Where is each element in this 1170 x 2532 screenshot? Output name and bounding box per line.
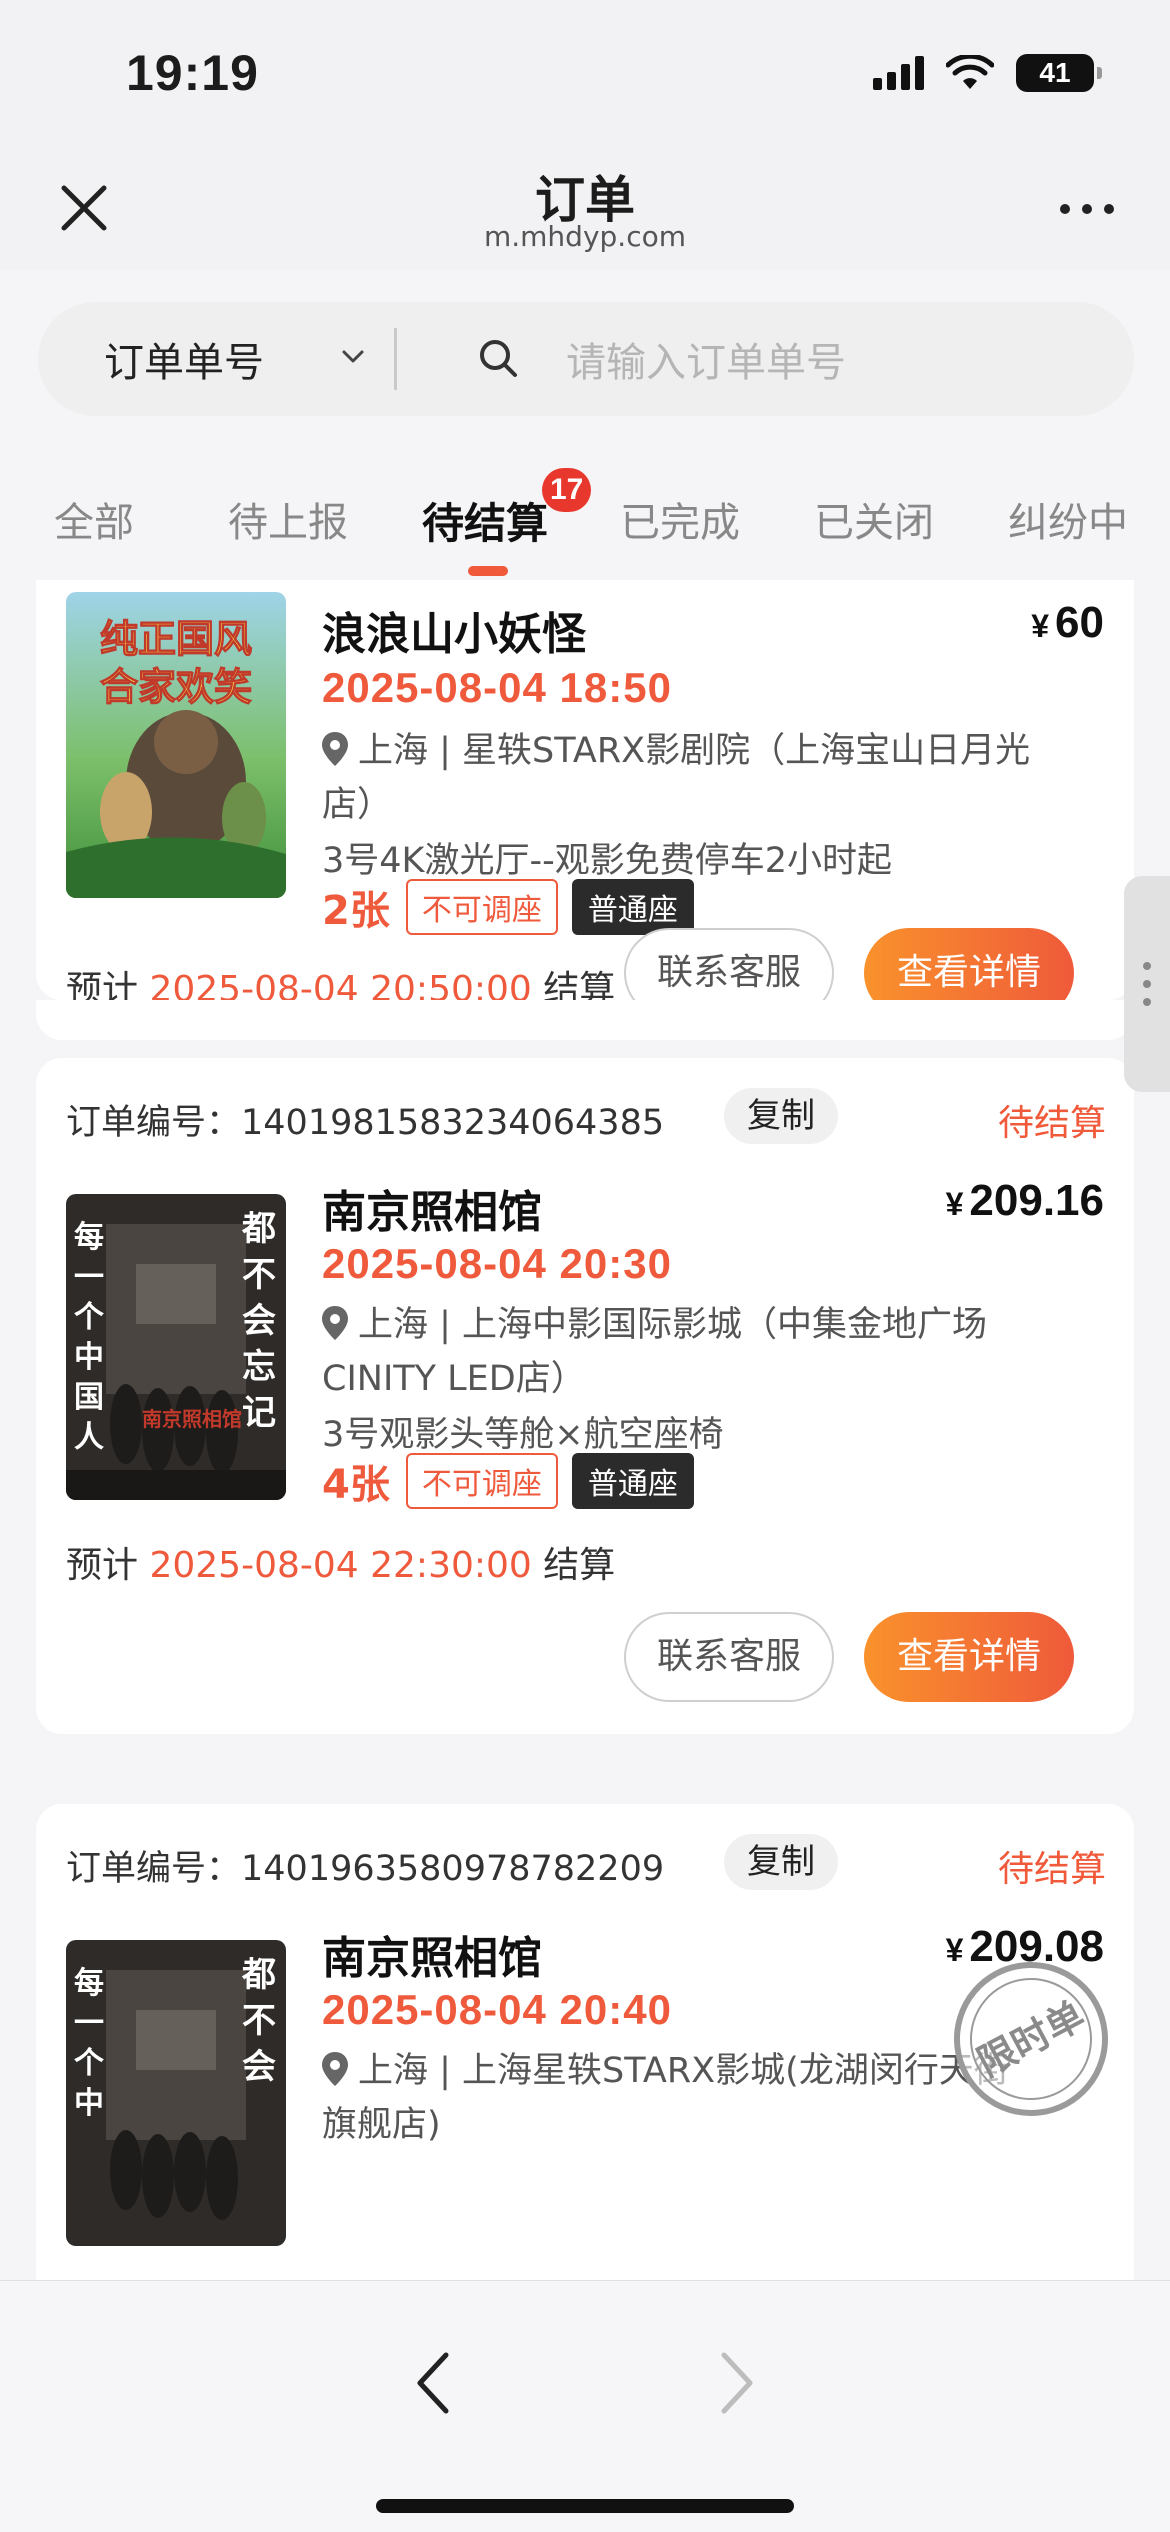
- order-number-label: 订单编号：: [66, 1849, 242, 1889]
- address-text: 上海 | 上海星轶STARX影城(龙湖闵行天街旗舰店): [322, 2051, 1009, 2145]
- search-type-select[interactable]: 订单单号: [104, 330, 264, 388]
- poster-text-left: 每一个中: [74, 1966, 104, 2121]
- showtime: 2025-08-04 18:50: [322, 664, 672, 711]
- hall-info: 3号4K激光厅--观影免费停车2小时起: [322, 841, 893, 881]
- chevron-left-icon[interactable]: [406, 2347, 462, 2419]
- tab-pending-report[interactable]: 待上报: [228, 490, 348, 548]
- more-icon[interactable]: [1060, 204, 1114, 214]
- search-bar: 订单单号 请输入订单单号: [38, 302, 1134, 416]
- search-input[interactable]: 请输入订单单号: [566, 330, 846, 388]
- location-pin-icon: [322, 732, 348, 766]
- cinema-address: 上海 | 星轶STARX影剧院（上海宝山日月光店）: [322, 724, 1042, 832]
- location-pin-icon: [322, 1306, 348, 1340]
- nav-bar: 订单 m.mhdyp.com: [0, 140, 1170, 270]
- status-icons: 41: [873, 54, 1102, 92]
- showtime: 2025-08-04 20:30: [322, 1240, 672, 1287]
- order-list: 纯正国风 合家欢笑 浪浪山小妖怪 ¥60 2025-08-04 18:50 上海…: [0, 580, 1170, 2280]
- price-value: 209.16: [969, 1176, 1104, 1225]
- tab-completed[interactable]: 已完成: [620, 490, 740, 548]
- battery-level: 41: [1039, 57, 1071, 88]
- tab-label: 待结算: [422, 499, 549, 548]
- ticket-tags: 4张 不可调座 普通座: [322, 1453, 694, 1509]
- order-number: 订单编号：1401963580978782209: [66, 1840, 664, 1891]
- tab-indicator: [468, 566, 508, 576]
- poster-line-1: 纯正国风: [100, 617, 252, 661]
- movie-title: 南京照相馆: [322, 1933, 542, 1984]
- chevron-right-icon[interactable]: [708, 2347, 764, 2419]
- settlement-estimate: 预计 2025-08-04 22:30:00 结算: [66, 1536, 615, 1588]
- seat-adjust-tag: 不可调座: [405, 879, 558, 935]
- ticket-tags: 2张 不可调座 普通座: [322, 879, 694, 935]
- poster-text-right: 都不会忘记: [242, 1209, 276, 1433]
- copy-button[interactable]: 复制: [724, 1088, 838, 1144]
- view-detail-button[interactable]: 查看详情: [864, 1612, 1074, 1702]
- signal-icon: [873, 56, 924, 90]
- estimate-suffix: 结算: [543, 1545, 616, 1586]
- seat-type-tag: 普通座: [571, 879, 694, 935]
- search-icon: [480, 340, 517, 377]
- chevron-down-icon[interactable]: [340, 344, 366, 370]
- movie-title: 浪浪山小妖怪: [322, 609, 586, 660]
- hall-info: 3号观影头等舱×航空座椅: [322, 1415, 724, 1455]
- price-value: 60: [1055, 598, 1104, 647]
- search-divider: [394, 328, 397, 390]
- order-price: ¥209.16: [946, 1176, 1104, 1226]
- contact-service-button[interactable]: 联系客服: [624, 1612, 834, 1702]
- currency-symbol: ¥: [1031, 608, 1050, 644]
- ticket-count: 2张: [322, 888, 390, 934]
- home-indicator: [376, 2499, 794, 2513]
- ticket-count: 4张: [322, 1462, 390, 1508]
- side-drawer-handle[interactable]: [1124, 876, 1170, 1092]
- tab-pending-settlement[interactable]: 待结算: [422, 490, 548, 551]
- browser-bottom-bar: [0, 2280, 1170, 2532]
- poster-logo: 南京照相馆: [142, 1407, 242, 1431]
- order-card: 订单编号：1401981583234064385 复制 待结算 南京照相馆 每一…: [36, 1058, 1134, 1734]
- seat-type-tag: 普通座: [571, 1453, 694, 1509]
- showtime: 2025-08-04 20:40: [322, 1986, 672, 2033]
- cinema-address: 上海 | 上海中影国际影城（中集金地广场CINITY LED店）: [322, 1298, 1042, 1406]
- limited-time-stamp: 限时单: [954, 1962, 1108, 2116]
- estimate-prefix: 预计: [66, 1545, 139, 1586]
- tab-closed[interactable]: 已关闭: [814, 490, 934, 548]
- estimate-time: 2025-08-04 22:30:00: [149, 1545, 532, 1586]
- content-area: 订单单号 请输入订单单号 全部 待上报 待结算 17 已完成 已关闭 纠纷中 纯…: [0, 270, 1170, 2280]
- address-text: 上海 | 上海中影国际影城（中集金地广场CINITY LED店）: [322, 1305, 988, 1399]
- order-header: 订单编号：1401963580978782209 复制 待结算: [66, 1834, 1106, 1894]
- poster-text-right: 都不会: [242, 1955, 276, 2087]
- order-price: ¥60: [1031, 598, 1104, 648]
- order-number: 订单编号：1401981583234064385: [66, 1094, 664, 1145]
- address-text: 上海 | 星轶STARX影剧院（上海宝山日月光店）: [322, 731, 1031, 825]
- tab-all[interactable]: 全部: [54, 490, 134, 548]
- status-bar: 19:19 41: [0, 0, 1170, 140]
- movie-poster[interactable]: 纯正国风 合家欢笑: [66, 592, 286, 898]
- movie-title: 南京照相馆: [322, 1187, 542, 1238]
- battery-icon: 41: [1016, 54, 1102, 92]
- seat-adjust-tag: 不可调座: [405, 1453, 558, 1509]
- cinema-address: 上海 | 上海星轶STARX影城(龙湖闵行天街旗舰店): [322, 2044, 1042, 2152]
- order-number-value: 1401981583234064385: [241, 1103, 665, 1143]
- wifi-icon: [946, 55, 994, 89]
- order-card-footer: [36, 1000, 1134, 1040]
- order-number-label: 订单编号：: [66, 1103, 242, 1143]
- poster-text-left: 每一个中国人: [74, 1220, 104, 1455]
- tab-dispute[interactable]: 纠纷中: [1008, 490, 1128, 548]
- location-pin-icon: [322, 2052, 348, 2086]
- order-status: 待结算: [997, 1103, 1106, 1144]
- order-card: 订单编号：1401963580978782209 复制 待结算 每一个中 都不会…: [36, 1804, 1134, 2280]
- order-header: 订单编号：1401981583234064385 复制 待结算: [66, 1088, 1106, 1148]
- tab-badge: 17: [542, 468, 592, 512]
- poster-line-2: 合家欢笑: [100, 665, 252, 709]
- order-number-value: 1401963580978782209: [241, 1849, 665, 1889]
- status-time: 19:19: [126, 45, 259, 101]
- order-status: 待结算: [997, 1849, 1106, 1890]
- status-tabs: 全部 待上报 待结算 17 已完成 已关闭 纠纷中: [0, 468, 1170, 580]
- page-domain: m.mhdyp.com: [483, 220, 686, 253]
- currency-symbol: ¥: [945, 1186, 964, 1222]
- copy-button[interactable]: 复制: [724, 1834, 838, 1890]
